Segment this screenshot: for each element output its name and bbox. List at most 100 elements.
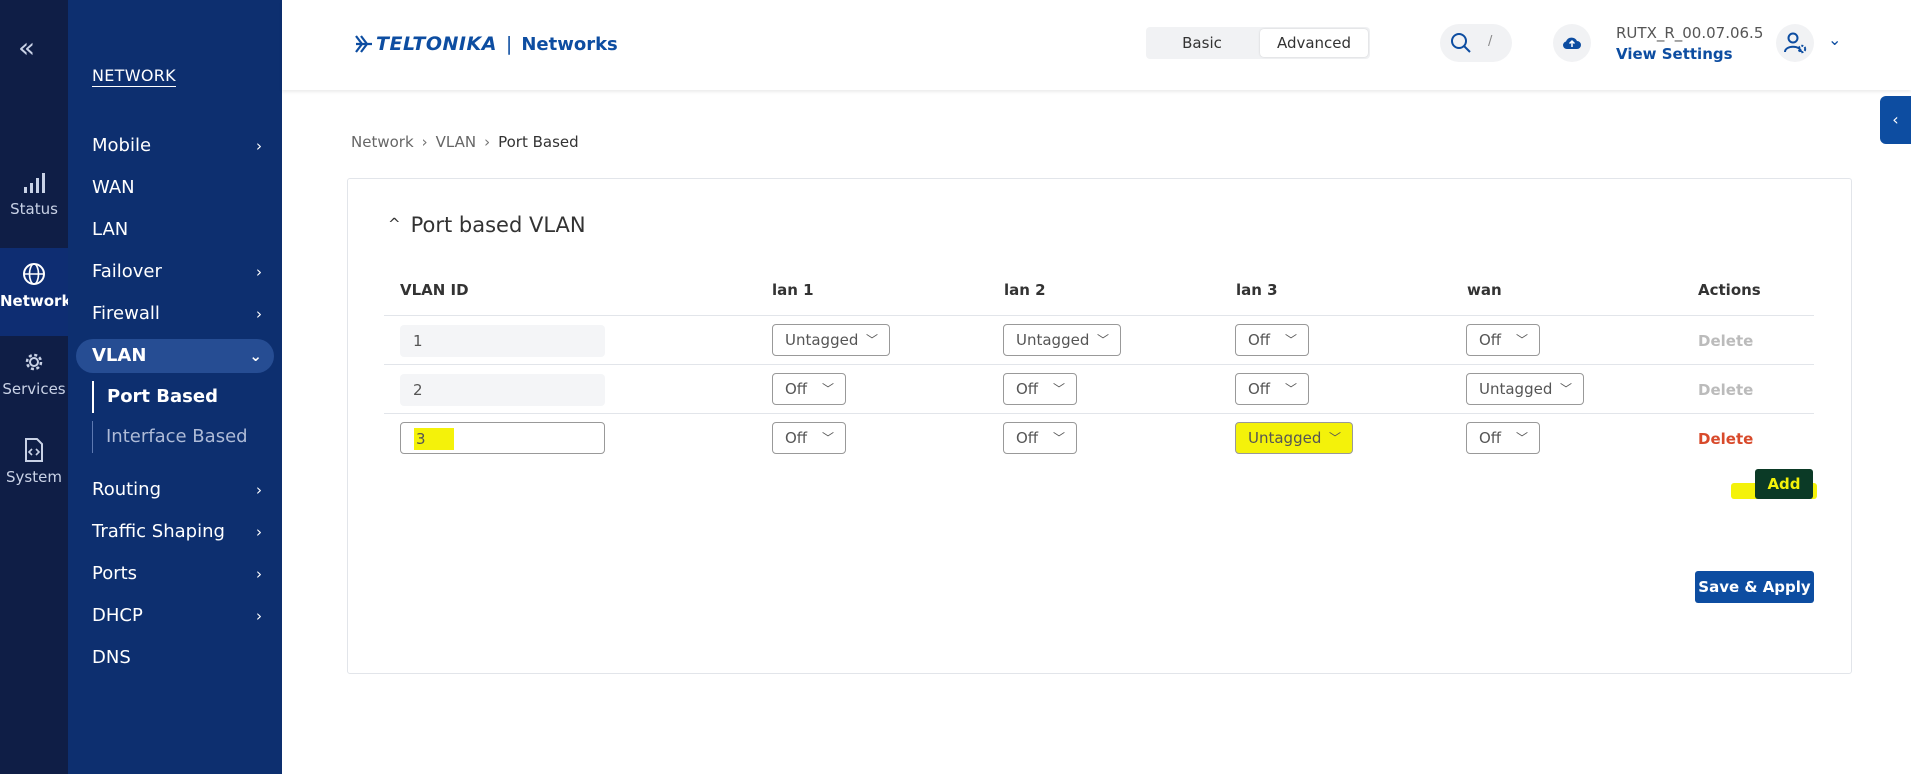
rail-item-services[interactable]: Services [0,350,68,398]
vlan-id-input[interactable]: 1 [400,325,605,357]
chevron-down-icon[interactable]: ⌄ [1828,30,1841,49]
lan1-select[interactable]: Untagged ﹀ [772,324,890,356]
sidebar-subitem-interface-based[interactable]: Interface Based [92,421,272,453]
rail-item-system[interactable]: System [0,438,68,486]
save-apply-button[interactable]: Save & Apply [1695,571,1814,603]
firmware-version: RUTX_R_00.07.06.5 [1616,24,1764,42]
sidebar-item-dhcp[interactable]: DHCP › [76,599,274,633]
sidebar-item-vlan[interactable]: VLAN ⌄ [76,339,274,373]
wan-select[interactable]: Off ﹀ [1466,422,1540,454]
double-chevron-left-icon[interactable]: « [18,34,35,62]
sidebar-item-failover[interactable]: Failover › [76,255,274,289]
chevron-right-icon: › [256,305,262,323]
sidebar-item-firewall[interactable]: Firewall › [76,297,274,331]
search-button[interactable]: / [1440,24,1512,62]
cloud-button[interactable] [1553,24,1591,62]
sidebar-item-lan[interactable]: LAN [76,213,274,247]
select-value: Untagged [1479,380,1553,398]
lan1-select[interactable]: Off ﹀ [772,373,846,405]
sidebar-item-traffic-shaping[interactable]: Traffic Shaping › [76,515,274,549]
file-code-icon [25,438,43,462]
lan3-select[interactable]: Untagged ﹀ [1235,422,1353,454]
port-based-vlan-card: ^ Port based VLAN VLAN ID lan 1 lan 2 lan… [347,178,1852,674]
vlan-id-input[interactable]: 2 [400,374,605,406]
sidebar-item-label: Traffic Shaping [92,521,225,542]
rail-label-system: System [6,468,62,486]
brand-logo[interactable]: TELTONIKA | Networks [352,32,618,56]
lan1-select[interactable]: Off ﹀ [772,422,846,454]
top-bar: TELTONIKA | Networks Basic Advanced / RU… [282,0,1911,90]
delete-button[interactable]: Delete [1698,332,1753,350]
lan3-select[interactable]: Off ﹀ [1235,373,1309,405]
rail-label-services: Services [2,380,66,398]
lan3-select[interactable]: Off ﹀ [1235,324,1309,356]
wan-select[interactable]: Untagged ﹀ [1466,373,1584,405]
brand-separator: | [505,33,513,55]
select-value: Off [1479,429,1502,447]
mode-switch: Basic Advanced [1146,27,1370,59]
breadcrumb: Network › VLAN › Port Based [351,133,579,151]
sidebar-item-ports[interactable]: Ports › [76,557,274,591]
breadcrumb-current: Port Based [498,133,579,151]
chevron-down-icon: ﹀ [1052,382,1065,396]
vlan-id-value: 3 [414,428,454,450]
lan2-select[interactable]: Off ﹀ [1003,422,1077,454]
divider [384,413,1814,414]
sidebar-item-routing[interactable]: Routing › [76,473,274,507]
search-icon [1451,33,1471,53]
sidebar-item-label: Ports [92,563,138,584]
sidebar-item-wan[interactable]: WAN [76,171,274,205]
sidebar-item-label: WAN [92,177,135,198]
chevron-down-icon: ⌄ [249,347,262,365]
lan2-select[interactable]: Off ﹀ [1003,373,1077,405]
chevron-right-icon: › [256,137,262,155]
mode-basic-button[interactable]: Basic [1148,29,1256,57]
column-header-lan2: lan 2 [1004,281,1046,299]
lan2-select[interactable]: Untagged ﹀ [1003,324,1121,356]
rail-label-network: Network [0,292,72,310]
section-title[interactable]: ^ Port based VLAN [388,213,586,237]
chevron-right-icon: › [256,481,262,499]
select-value: Off [1479,331,1502,349]
mode-advanced-button[interactable]: Advanced [1260,29,1368,57]
chevron-down-icon: ﹀ [1284,382,1297,396]
breadcrumb-vlan[interactable]: VLAN [436,133,476,151]
view-settings-link[interactable]: View Settings [1616,45,1763,63]
delete-button[interactable]: Delete [1698,430,1753,448]
select-value: Off [1016,380,1039,398]
sidebar-item-label: VLAN [92,345,147,366]
vlan-id-input[interactable]: 3 [400,422,605,454]
select-value: Untagged [1016,331,1090,349]
chevron-down-icon: ﹀ [1052,431,1065,445]
select-value: Off [1016,429,1039,447]
divider [384,315,1814,316]
rail-item-status[interactable]: Status [0,172,68,218]
select-value: Off [1248,331,1271,349]
side-panel-toggle[interactable]: ‹ [1880,96,1911,144]
sidebar-subitem-port-based[interactable]: Port Based [92,381,272,413]
section-title-text: Port based VLAN [410,213,586,237]
cloud-upload-icon [1563,37,1581,50]
sidebar-item-label: Failover [92,261,162,282]
user-menu-button[interactable] [1776,24,1814,66]
firmware-info: RUTX_R_00.07.06.5 View Settings [1616,24,1763,63]
chevron-right-icon: › [256,607,262,625]
sidebar-item-dns[interactable]: DNS [76,641,274,675]
chevron-down-icon: ﹀ [821,431,834,445]
wan-select[interactable]: Off ﹀ [1466,324,1540,356]
sidebar-item-label: DNS [92,647,131,668]
gear-icon [25,353,43,371]
column-header-lan3: lan 3 [1236,281,1278,299]
delete-button[interactable]: Delete [1698,381,1753,399]
select-value: Untagged [1248,429,1322,447]
add-button[interactable]: Add [1755,469,1813,499]
chevron-right-icon: › [256,565,262,583]
search-shortcut: / [1488,34,1493,49]
sidebar-item-mobile[interactable]: Mobile › [76,129,274,163]
chevron-right-icon: › [256,263,262,281]
rail-item-network[interactable]: Network [0,248,72,336]
globe-icon [23,263,45,285]
chevron-left-icon: ‹ [1892,110,1899,129]
select-value: Off [785,429,808,447]
breadcrumb-network[interactable]: Network [351,133,414,151]
